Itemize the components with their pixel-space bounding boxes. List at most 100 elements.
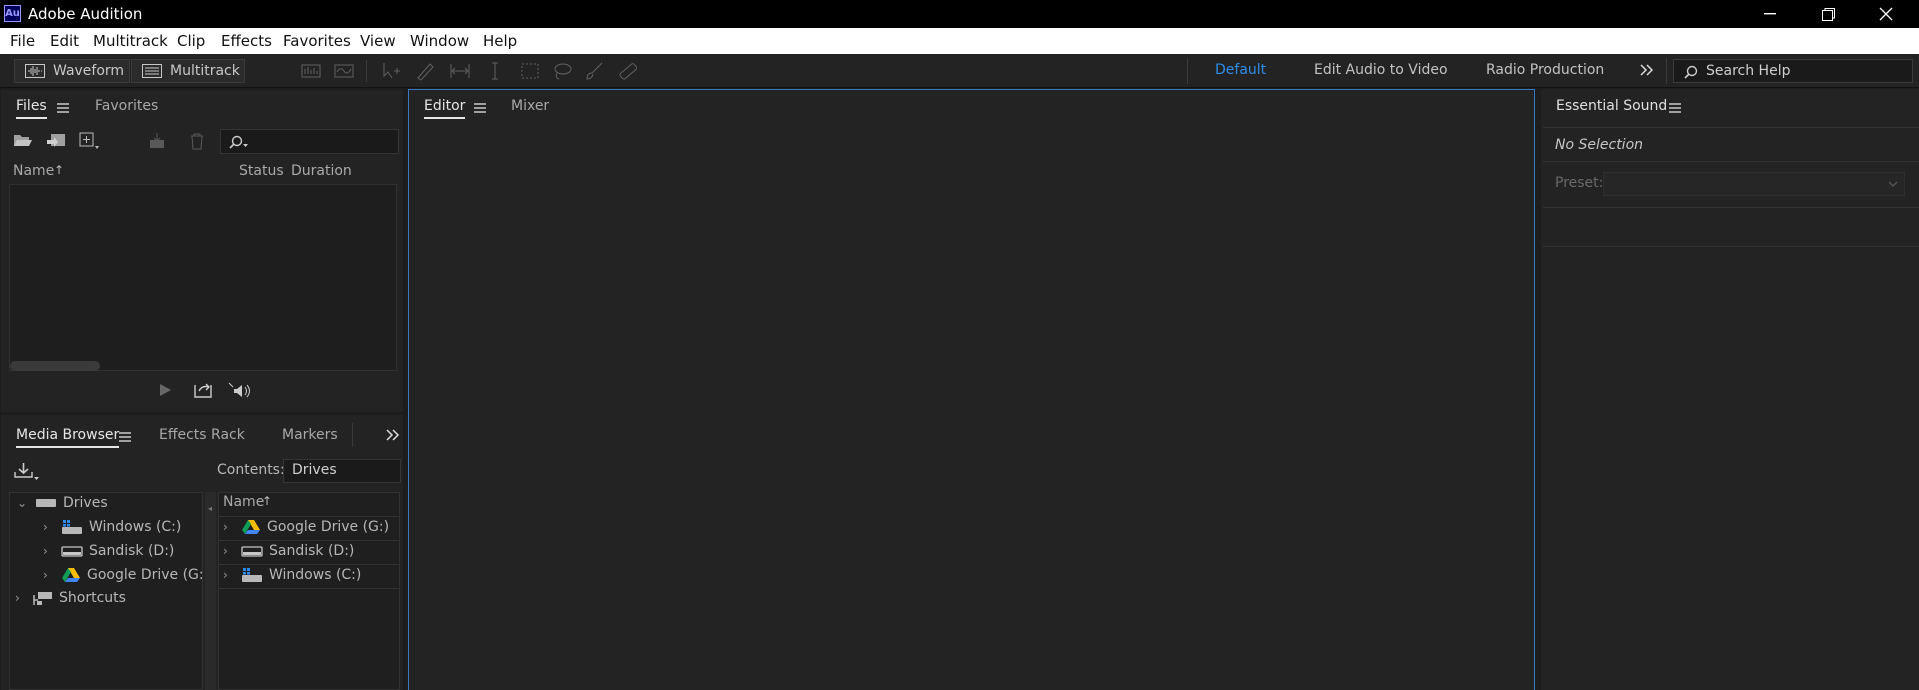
time-selection-tool-icon[interactable] (484, 60, 506, 82)
contents-value: Drives (292, 462, 337, 478)
essential-sound-menu-icon[interactable] (1669, 103, 1681, 113)
tree-item-sandisk-d[interactable]: › Sandisk (D:) (43, 543, 174, 559)
chevron-right-icon[interactable]: › (223, 568, 235, 582)
no-selection-text: No Selection (1555, 137, 1644, 153)
autoplay-speaker-icon[interactable] (228, 382, 252, 400)
contents-label: Contents: (217, 462, 285, 478)
delete-file-icon[interactable] (189, 132, 205, 150)
workspace-radio-production[interactable]: Radio Production (1486, 62, 1604, 78)
tab-editor[interactable]: Editor (424, 98, 466, 119)
close-button[interactable] (1857, 0, 1915, 28)
spot-healing-tool-icon[interactable] (617, 60, 639, 82)
menu-multitrack[interactable]: Multitrack (93, 32, 168, 50)
editor-canvas[interactable] (413, 126, 1530, 690)
list-item-sandisk[interactable]: › Sandisk (D:) (223, 543, 354, 559)
spectral-pitch-icon[interactable] (333, 60, 355, 82)
column-status[interactable]: Status (239, 163, 284, 179)
chevron-down-icon (1888, 181, 1898, 188)
search-help-field[interactable]: Search Help (1673, 59, 1913, 83)
tab-files[interactable]: Files (16, 98, 47, 119)
open-file-icon[interactable] (13, 132, 33, 148)
tab-favorites[interactable]: Favorites (95, 98, 158, 114)
insert-into-multitrack-icon[interactable] (149, 132, 171, 150)
essential-sound-title[interactable]: Essential Sound (1556, 98, 1667, 117)
chevron-right-icon[interactable]: › (223, 520, 235, 534)
audition-logo-icon: Au (4, 5, 21, 22)
windows-drive-icon (61, 519, 83, 535)
new-file-icon[interactable] (79, 132, 101, 150)
media-browser-menu-icon[interactable] (119, 432, 131, 442)
razor-tool-icon[interactable] (414, 60, 436, 82)
tab-media-browser[interactable]: Media Browser (16, 427, 120, 448)
preset-dropdown[interactable] (1603, 172, 1905, 196)
sort-ascending-icon: ↑ (54, 163, 65, 177)
search-help-placeholder: Search Help (1706, 63, 1791, 79)
sort-ascending-icon: ↑ (262, 494, 273, 508)
drives-icon (35, 497, 57, 509)
waveform-button[interactable]: Waveform (14, 59, 130, 83)
workspace-edit-audio-to-video[interactable]: Edit Audio to Video (1314, 62, 1448, 78)
files-panel-menu-icon[interactable] (57, 103, 69, 113)
multitrack-label: Multitrack (170, 63, 240, 79)
files-panel: Files Favorites Name ↑ Status Duration (1, 90, 403, 412)
chevron-right-icon[interactable]: › (223, 544, 235, 558)
waveform-label: Waveform (53, 63, 125, 79)
slip-tool-icon[interactable] (449, 60, 471, 82)
tree-item-shortcuts[interactable]: › Shortcuts (15, 590, 126, 606)
move-tool-icon[interactable] (380, 60, 402, 82)
files-list[interactable] (9, 184, 397, 371)
tab-markers[interactable]: Markers (282, 427, 338, 443)
chevron-right-icon[interactable]: › (43, 544, 55, 558)
chevron-right-icon[interactable]: › (43, 568, 55, 582)
tree-item-drives[interactable]: ⌄ Drives (17, 495, 108, 511)
menu-file[interactable]: File (10, 32, 35, 50)
paintbrush-tool-icon[interactable] (583, 60, 605, 82)
menu-edit[interactable]: Edit (50, 32, 79, 50)
more-panels-icon[interactable] (386, 429, 400, 441)
list-item-windows[interactable]: › Windows (C:) (223, 567, 361, 583)
tree-item-google-drive-g[interactable]: › Google Drive (G: (43, 567, 204, 583)
multitrack-button[interactable]: Multitrack (131, 59, 245, 83)
waveform-icon (25, 64, 45, 78)
editor-panel-menu-icon[interactable] (474, 103, 486, 113)
media-browser-panel: Media Browser Effects Rack Markers Conte… (1, 415, 403, 690)
essential-sound-panel: Essential Sound No Selection Preset: (1541, 89, 1919, 690)
multitrack-icon (142, 64, 162, 78)
column-name[interactable]: Name (13, 163, 54, 179)
more-workspaces-icon[interactable] (1640, 64, 1654, 76)
preset-label: Preset: (1555, 175, 1604, 191)
lasso-tool-icon[interactable] (551, 60, 573, 82)
import-media-icon[interactable] (14, 461, 40, 481)
minimize-button[interactable] (1741, 0, 1799, 28)
import-file-icon[interactable] (46, 132, 66, 150)
list-column-name[interactable]: Name (223, 494, 264, 510)
list-item-google-drive[interactable]: › Google Drive (G:) (223, 519, 389, 535)
menu-window[interactable]: Window (410, 32, 469, 50)
tree-splitter[interactable]: ◂ (205, 492, 216, 690)
workspace-default[interactable]: Default (1215, 62, 1266, 78)
tab-mixer[interactable]: Mixer (511, 98, 549, 114)
restore-button[interactable] (1799, 0, 1857, 28)
files-horizontal-scrollbar[interactable] (10, 361, 100, 371)
google-drive-icon (241, 519, 261, 535)
play-icon[interactable] (158, 383, 172, 397)
column-duration[interactable]: Duration (291, 163, 352, 179)
toolbar: Waveform Multitrack Default Edit Audio t… (0, 54, 1919, 130)
chevron-down-icon[interactable]: ⌄ (17, 496, 29, 510)
marquee-tool-icon[interactable] (519, 60, 541, 82)
menu-help[interactable]: Help (483, 32, 517, 50)
menu-clip[interactable]: Clip (177, 32, 205, 50)
menu-view[interactable]: View (360, 32, 396, 50)
menu-favorites[interactable]: Favorites (283, 32, 351, 50)
contents-dropdown[interactable]: Drives (283, 459, 401, 483)
tree-item-windows-c[interactable]: › Windows (C:) (43, 519, 181, 535)
chevron-right-icon[interactable]: › (43, 520, 55, 534)
tab-effects-rack[interactable]: Effects Rack (159, 427, 245, 443)
loop-playback-icon[interactable] (194, 382, 214, 398)
chevron-right-icon[interactable]: › (15, 591, 27, 605)
menu-effects[interactable]: Effects (221, 32, 272, 50)
title-bar: Au Adobe Audition (0, 0, 1919, 28)
files-filter-input[interactable] (220, 129, 399, 154)
editor-panel: Editor Mixer (408, 89, 1535, 690)
spectral-frequency-icon[interactable] (300, 60, 322, 82)
